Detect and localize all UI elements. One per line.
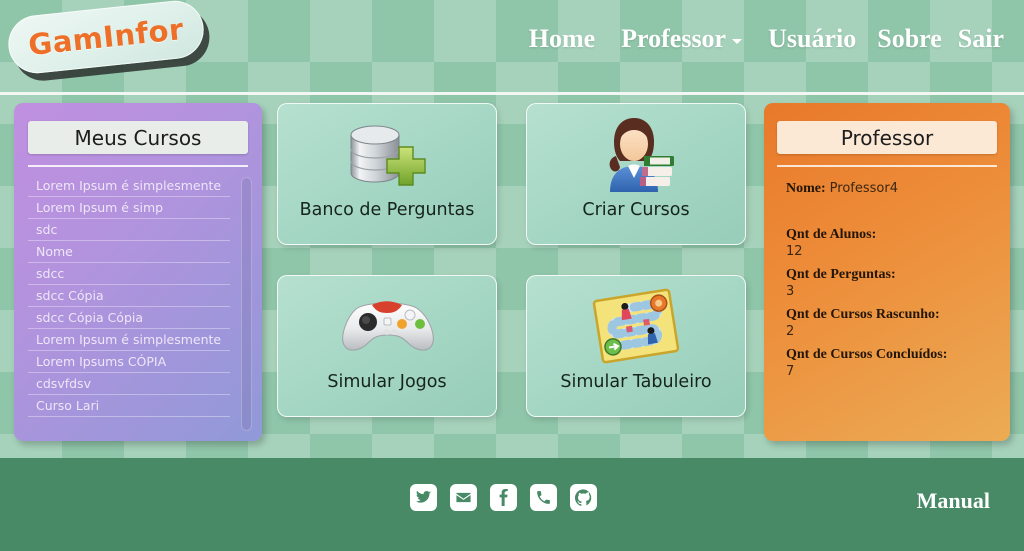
course-list: Lorem Ipsum é simplesmente Lorem Ipsum é… <box>28 175 230 427</box>
nav-item-usuario[interactable]: Usuário <box>755 24 869 54</box>
list-item[interactable]: Lorem Ipsums CÓPIA <box>28 351 230 373</box>
card-simular-tabuleiro[interactable]: Simular Tabuleiro <box>526 275 746 417</box>
database-add-icon <box>339 110 435 198</box>
professor-title: Professor <box>840 125 934 150</box>
stat-label: Qnt de Cursos Concluídos: <box>786 347 948 362</box>
site-logo[interactable]: GamInfor <box>5 0 207 77</box>
nav-item-label: Sair <box>957 24 1004 53</box>
stat-cursos-rascunho: Qnt de Cursos Rascunho: 2 <box>786 305 998 339</box>
page-title: Meus Cursos <box>74 125 202 150</box>
professor-name-value: Professor4 <box>829 181 898 196</box>
stat-alunos: Qnt de Alunos: 12 <box>786 225 998 259</box>
professor-info-panel: Professor Nome: Professor4 Qnt de Alunos:… <box>764 103 1010 441</box>
list-item[interactable]: sdcc Cópia Cópia <box>28 307 230 329</box>
nav-item-professor[interactable]: Professor <box>608 24 755 54</box>
card-label: Simular Tabuleiro <box>560 372 712 392</box>
my-courses-title-box: Meus Cursos <box>28 121 248 154</box>
card-label: Criar Cursos <box>582 200 690 220</box>
my-courses-panel: Meus Cursos Lorem Ipsum é simplesmente L… <box>14 103 262 441</box>
nav-item-sair[interactable]: Sair <box>950 24 1012 54</box>
list-item[interactable]: sdcc <box>28 263 230 285</box>
email-icon[interactable] <box>450 484 477 511</box>
card-label: Banco de Perguntas <box>299 200 475 220</box>
board-game-icon <box>586 282 686 370</box>
my-courses-divider <box>28 165 248 167</box>
nav-item-label: Professor <box>621 24 727 53</box>
manual-link[interactable]: Manual <box>917 488 990 514</box>
professor-divider <box>777 165 997 167</box>
stat-perguntas: Qnt de Perguntas: 3 <box>786 265 998 299</box>
scrollbar[interactable] <box>241 177 252 431</box>
card-simular-jogos[interactable]: Simular Jogos <box>277 275 497 417</box>
list-item[interactable]: sdc <box>28 219 230 241</box>
list-item[interactable]: sdcc Cópia <box>28 285 230 307</box>
phone-icon[interactable] <box>530 484 557 511</box>
card-criar-cursos[interactable]: Criar Cursos <box>526 103 746 245</box>
main-navigation: Home Professor Usuário Sobre Sair <box>516 24 1012 54</box>
nav-item-home[interactable]: Home <box>516 24 608 54</box>
nav-item-sobre[interactable]: Sobre <box>869 24 950 54</box>
teacher-books-icon <box>588 110 684 198</box>
logo-text: GamInfor <box>26 11 186 63</box>
professor-details: Nome: Professor4 Qnt de Alunos: 12 Qnt de… <box>786 179 998 385</box>
list-item[interactable]: Lorem Ipsum é simp <box>28 197 230 219</box>
stat-value: 2 <box>786 324 795 339</box>
list-item[interactable]: Lorem Ipsum é simplesmente <box>28 329 230 351</box>
list-item[interactable]: Nome <box>28 241 230 263</box>
stat-label: Qnt de Perguntas: <box>786 267 896 282</box>
main-content: Meus Cursos Lorem Ipsum é simplesmente L… <box>0 95 1024 458</box>
nav-item-label: Usuário <box>768 24 857 53</box>
card-banco-de-perguntas[interactable]: Banco de Perguntas <box>277 103 497 245</box>
stat-label: Qnt de Alunos: <box>786 227 877 242</box>
header-divider <box>0 92 1024 95</box>
professor-name-label: Nome: <box>786 181 826 196</box>
site-footer: Manual <box>0 458 1024 551</box>
nav-item-label: Home <box>528 24 596 53</box>
github-icon[interactable] <box>570 484 597 511</box>
stat-value: 7 <box>786 364 795 379</box>
gamepad-icon <box>336 282 438 370</box>
card-label: Simular Jogos <box>327 372 447 392</box>
list-item[interactable]: Lorem Ipsum é simplesmente <box>28 175 230 197</box>
stat-label: Qnt de Cursos Rascunho: <box>786 307 940 322</box>
list-item[interactable]: Curso Lari <box>28 395 230 417</box>
stat-value: 3 <box>786 284 795 299</box>
list-item[interactable]: cdsvfdsv <box>28 373 230 395</box>
site-header: GamInfor Home Professor Usuário Sobre Sa… <box>0 0 1024 93</box>
twitter-icon[interactable] <box>410 484 437 511</box>
nav-item-label: Sobre <box>877 24 942 53</box>
facebook-icon[interactable] <box>490 484 517 511</box>
chevron-down-icon <box>732 38 743 44</box>
social-links <box>410 484 597 511</box>
professor-name-row: Nome: Professor4 <box>786 179 998 197</box>
stat-cursos-concluidos: Qnt de Cursos Concluídos: 7 <box>786 345 998 379</box>
stat-value: 12 <box>786 244 803 259</box>
professor-title-box: Professor <box>777 121 997 154</box>
